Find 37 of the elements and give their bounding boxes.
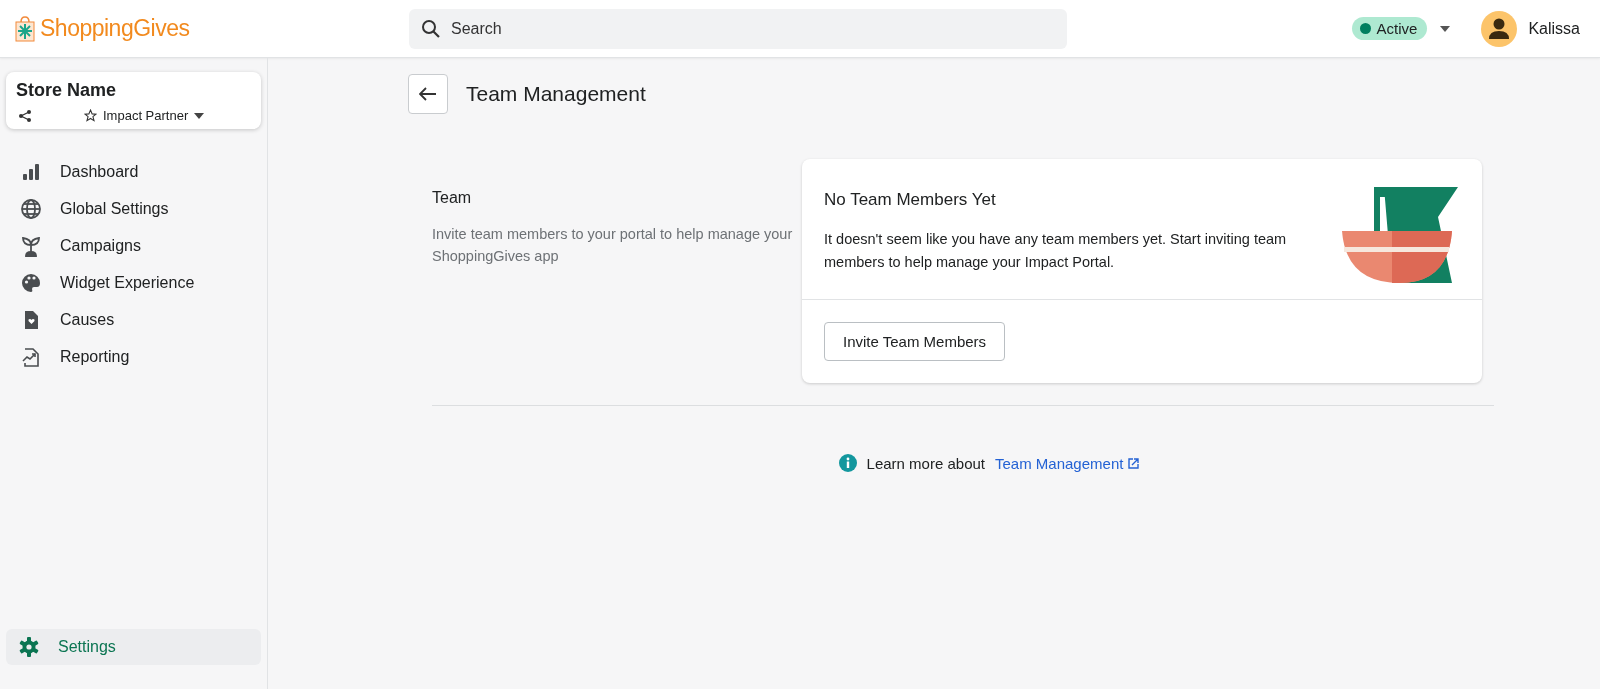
arrow-left-icon: [419, 87, 437, 101]
section-description: Invite team members to your portal to help manage your ShoppingGives app: [432, 225, 794, 266]
gear-icon: [18, 636, 40, 658]
card-body: It doesn't seem like you have any team members yet. Start inviting team members to help manage your Impact Portal.: [824, 230, 1288, 272]
caret-icon: [194, 112, 205, 119]
logo-icon: [14, 15, 36, 42]
globe-icon: [20, 197, 42, 220]
report-icon: [20, 345, 42, 368]
avatar-icon[interactable]: [1481, 10, 1518, 47]
search-icon: [421, 18, 441, 39]
sidebar-item[interactable]: Widget Experience: [6, 264, 261, 301]
info-icon: [838, 454, 857, 472]
sprout-icon: [20, 234, 42, 257]
invite-button[interactable]: Invite Team Members: [824, 322, 1006, 361]
section-title: Team: [432, 189, 473, 207]
team-management-link[interactable]: Team Management: [995, 454, 1140, 472]
share-icon[interactable]: [18, 108, 32, 123]
store-name: Store Name: [16, 80, 118, 101]
external-link-icon: [1128, 457, 1140, 469]
page-title: Team Management: [466, 82, 646, 106]
sidebar-item[interactable]: Dashboard: [6, 153, 261, 190]
tier-dropdown[interactable]: Impact Partner: [84, 108, 205, 123]
palette-icon: [20, 271, 42, 294]
sidebar-item[interactable]: Campaigns: [6, 227, 261, 264]
learn-more-text: Learn more about: [866, 454, 985, 472]
logo-text: ShoppingGives: [40, 15, 190, 42]
caret-icon[interactable]: [1439, 24, 1452, 33]
user-name[interactable]: Kalissa: [1528, 19, 1580, 38]
sidebar-item[interactable]: Global Settings: [6, 190, 261, 227]
status-badge[interactable]: Active: [1351, 17, 1428, 40]
card-title: No Team Members Yet: [824, 190, 997, 210]
sidebar-item[interactable]: Causes: [6, 301, 261, 338]
back-button[interactable]: [408, 74, 448, 114]
star-icon: [84, 109, 97, 122]
search-field[interactable]: Search: [409, 8, 1067, 49]
sidebar-item[interactable]: Settings: [6, 629, 261, 665]
sidebar-item[interactable]: Reporting: [6, 338, 261, 375]
